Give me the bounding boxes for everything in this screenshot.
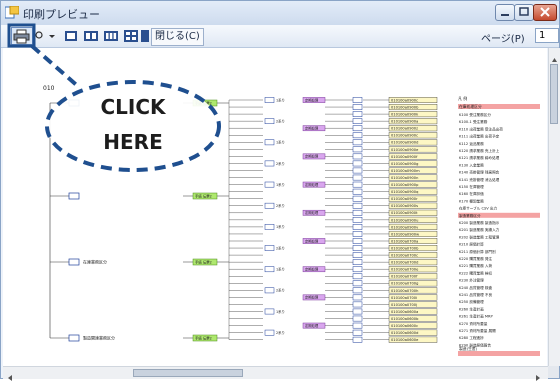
click-here-callout [7, 23, 221, 172]
callout-pointer [30, 44, 82, 90]
callout-text-line1: CLICK [100, 95, 166, 119]
callout-text-line2: HERE [103, 130, 163, 154]
highlight-box [7, 23, 36, 48]
